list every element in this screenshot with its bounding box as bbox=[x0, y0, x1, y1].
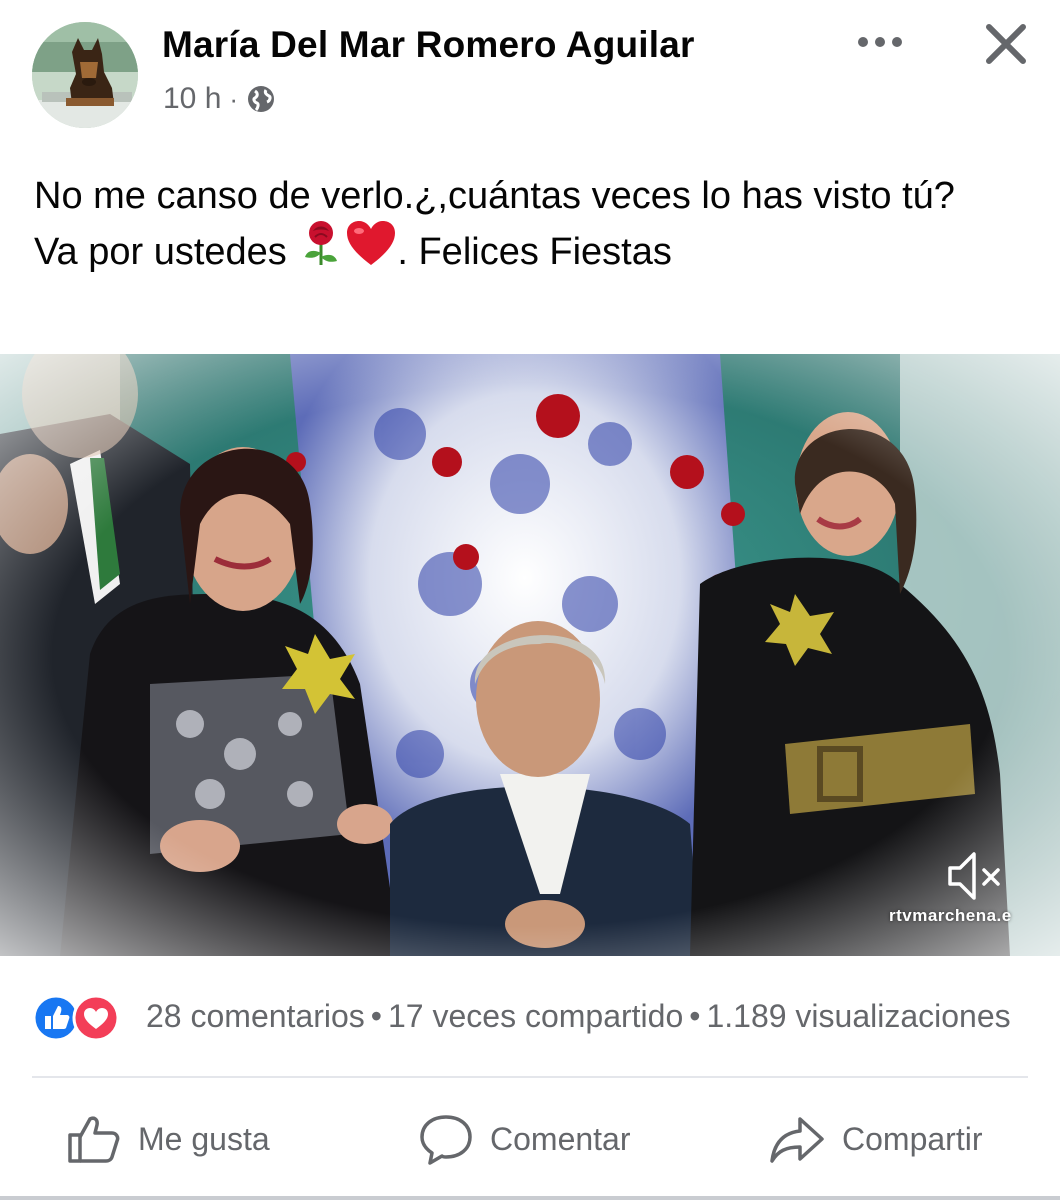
stats-separator: • bbox=[689, 998, 701, 1034]
share-arrow-icon bbox=[770, 1117, 824, 1163]
post-text-line-2: Va por ustedes . Felices Fiestas bbox=[34, 220, 1024, 283]
views-count[interactable]: 1.189 visualizaciones bbox=[706, 998, 1010, 1034]
post-stats: 28 comentarios • 17 veces compartido • 1.189… bbox=[146, 998, 1060, 1035]
author-name[interactable]: María Del Mar Romero Aguilar bbox=[162, 24, 695, 66]
facebook-post: María Del Mar Romero Aguilar 10 h · No m… bbox=[0, 0, 1060, 1200]
close-icon bbox=[986, 24, 1026, 64]
comment-icon bbox=[420, 1115, 472, 1165]
comment-button[interactable]: Comentar bbox=[418, 1106, 631, 1172]
reaction-summary[interactable] bbox=[32, 994, 122, 1042]
stats-separator: • bbox=[370, 998, 382, 1034]
speaker-muted-icon bbox=[948, 852, 1000, 900]
post-text: No me canso de verlo.¿,cuántas veces lo … bbox=[34, 168, 1024, 283]
share-label: Compartir bbox=[842, 1120, 983, 1157]
love-icon bbox=[72, 994, 120, 1042]
globe-icon[interactable] bbox=[246, 84, 276, 114]
post-text-segment: . Felices Fiestas bbox=[397, 231, 672, 273]
close-button[interactable] bbox=[980, 18, 1032, 70]
heart-emoji bbox=[345, 219, 397, 283]
thumbs-up-icon bbox=[68, 1116, 120, 1163]
comment-label: Comentar bbox=[490, 1120, 631, 1157]
share-button[interactable]: Compartir bbox=[768, 1106, 982, 1172]
rose-emoji bbox=[297, 219, 345, 283]
divider bbox=[32, 1076, 1028, 1078]
like-icon bbox=[32, 994, 80, 1042]
like-label: Me gusta bbox=[138, 1120, 270, 1157]
video-watermark: rtvmarchena.e bbox=[889, 906, 1012, 925]
like-button[interactable]: Me gusta bbox=[66, 1106, 270, 1172]
post-text-segment: Va por ustedes bbox=[34, 231, 287, 273]
post-text-line-1: No me canso de verlo.¿,cuántas veces lo … bbox=[34, 175, 955, 217]
shares-count[interactable]: 17 veces compartido bbox=[388, 998, 683, 1034]
meta-separator: · bbox=[229, 83, 239, 114]
video-player[interactable]: rtvmarchena.e bbox=[0, 354, 1060, 956]
mute-button[interactable] bbox=[944, 848, 1008, 904]
more-icon bbox=[858, 37, 902, 47]
more-options-button[interactable] bbox=[852, 22, 908, 62]
post-time[interactable]: 10 h bbox=[163, 82, 221, 116]
video-frame bbox=[0, 354, 1060, 956]
bottom-border bbox=[0, 1196, 1060, 1200]
comments-count[interactable]: 28 comentarios bbox=[146, 998, 365, 1034]
post-meta: 10 h · bbox=[163, 82, 276, 116]
avatar[interactable] bbox=[32, 22, 138, 128]
